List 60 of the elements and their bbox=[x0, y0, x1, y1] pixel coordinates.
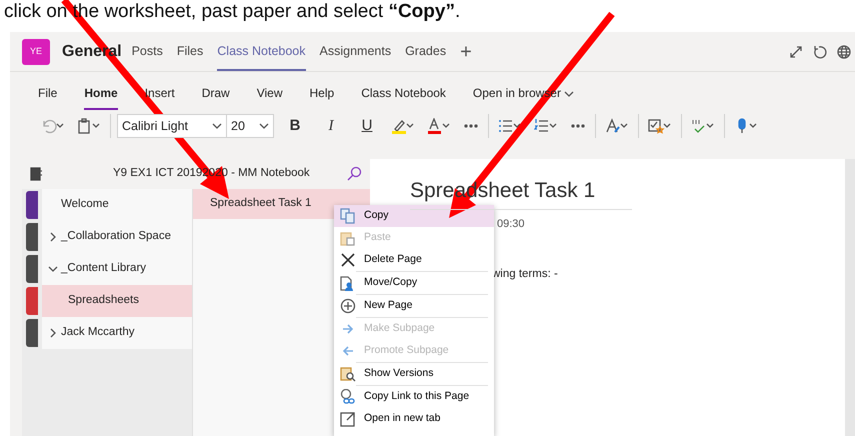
ribbon-tab[interactable]: Draw bbox=[202, 84, 230, 110]
menu-item[interactable]: Copy Link to this Page bbox=[334, 386, 494, 408]
expand-icon[interactable] bbox=[789, 44, 803, 58]
ribbon-tab[interactable]: View bbox=[256, 84, 283, 110]
styles-icon bbox=[605, 118, 629, 134]
tags-icon bbox=[648, 118, 672, 134]
menu-item[interactable]: Delete Page bbox=[334, 249, 494, 271]
ribbon-tab[interactable]: File bbox=[38, 84, 58, 110]
paste-icon bbox=[340, 230, 356, 246]
menu-item[interactable]: Move/Copy bbox=[334, 272, 494, 294]
team-avatar: YE bbox=[22, 38, 50, 64]
section-item[interactable]: Jack Mccarthy bbox=[42, 317, 192, 349]
refresh-icon[interactable] bbox=[813, 44, 827, 58]
ribbon-tab[interactable]: Class Notebook bbox=[361, 84, 446, 110]
chevron-right-icon bbox=[48, 232, 58, 242]
menu-item[interactable]: Show Versions bbox=[334, 363, 494, 385]
bold-button[interactable]: B bbox=[280, 112, 310, 140]
font-color-icon bbox=[427, 118, 451, 134]
page-time: 09:30 bbox=[497, 218, 525, 230]
chevron-down-icon bbox=[259, 122, 269, 130]
close-icon bbox=[340, 252, 356, 268]
search-icon[interactable] bbox=[346, 166, 362, 182]
ribbon-tab[interactable]: Home bbox=[84, 84, 118, 110]
underline-button[interactable]: U bbox=[352, 112, 382, 140]
chevron-down-icon bbox=[564, 90, 574, 98]
add-tab-button[interactable]: + bbox=[460, 36, 472, 66]
highlight-icon bbox=[391, 118, 415, 134]
paste-icon bbox=[77, 118, 101, 134]
link-icon bbox=[340, 389, 356, 405]
menu-item[interactable]: New Page bbox=[334, 295, 494, 317]
bullets-icon bbox=[498, 118, 522, 134]
section-item[interactable]: _Content Library bbox=[42, 253, 192, 285]
channel-tab[interactable]: Assignments bbox=[320, 32, 392, 71]
chevron-down-icon bbox=[212, 122, 222, 130]
chevron-down-icon bbox=[48, 264, 58, 274]
globe-icon[interactable] bbox=[837, 44, 851, 58]
spelling-icon bbox=[691, 118, 715, 134]
font-dropdown[interactable]: Calibri Light bbox=[117, 114, 227, 138]
section-item[interactable]: _Collaboration Space bbox=[42, 221, 192, 253]
menu-item[interactable]: Open in new tab bbox=[334, 408, 494, 430]
open-external-icon bbox=[340, 411, 356, 427]
chevron-right-icon bbox=[48, 328, 58, 338]
move-icon bbox=[340, 275, 356, 291]
copy-icon bbox=[340, 208, 356, 224]
numbering-icon bbox=[534, 118, 558, 134]
section-item[interactable]: Spreadsheets bbox=[42, 285, 192, 317]
notebook-icon bbox=[30, 167, 42, 181]
plus-icon bbox=[340, 298, 356, 314]
italic-button[interactable]: I bbox=[316, 112, 346, 140]
font-size-dropdown[interactable]: 20 bbox=[226, 114, 274, 138]
channel-tab[interactable]: Grades bbox=[405, 32, 446, 71]
ribbon-tab[interactable]: Insert bbox=[144, 84, 175, 110]
ribbon-tab[interactable]: Help bbox=[310, 84, 334, 110]
versions-icon bbox=[340, 366, 356, 382]
channel-tab[interactable]: Files bbox=[176, 32, 204, 71]
channel-tab[interactable]: Posts bbox=[132, 32, 163, 71]
section-item[interactable]: Welcome bbox=[42, 189, 192, 221]
channel-tab[interactable]: Class Notebook bbox=[217, 32, 306, 71]
undo-icon bbox=[41, 118, 65, 134]
menu-item[interactable]: Copy bbox=[334, 205, 494, 227]
